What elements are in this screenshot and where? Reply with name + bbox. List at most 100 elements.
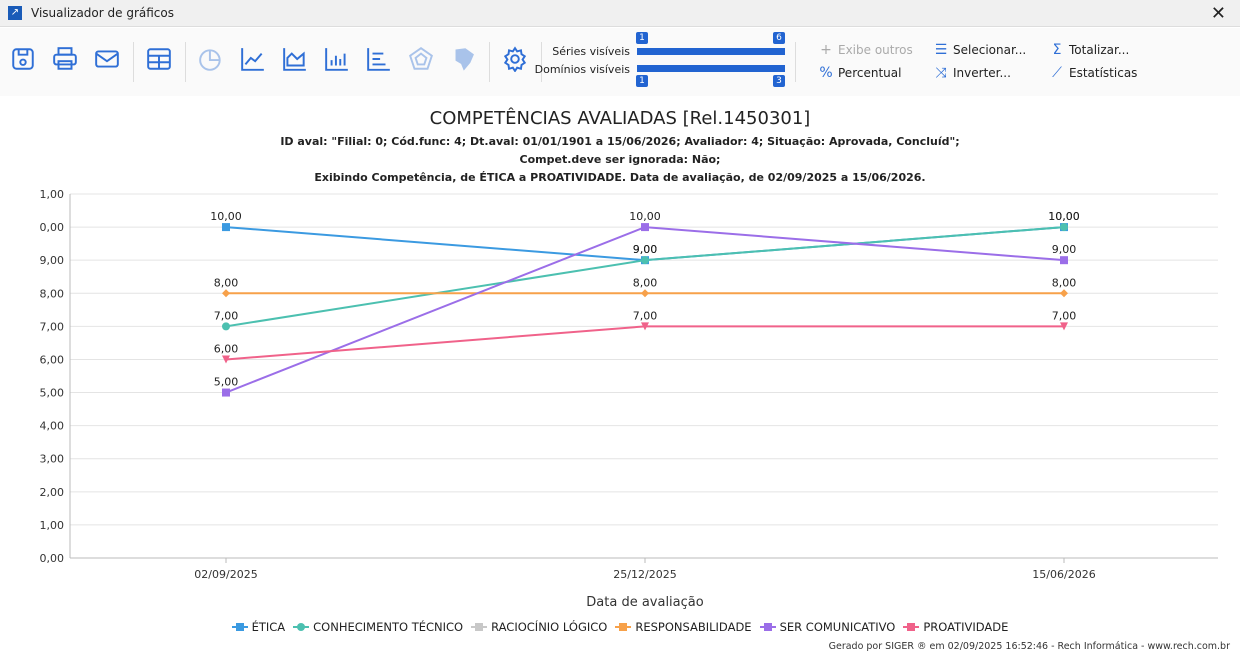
data-point (641, 289, 649, 298)
exibe-outros-button[interactable]: + Exibe outros (819, 42, 913, 58)
legend-item[interactable]: RACIOCÍNIO LÓGICO (471, 620, 607, 634)
footer-text: Gerado por SIGER ® em 02/09/2025 16:52:4… (828, 641, 1230, 652)
radar-chart-icon[interactable] (407, 45, 435, 73)
pie-chart-icon[interactable] (197, 45, 225, 73)
estatisticas-button[interactable]: ⟋ Estatísticas (1050, 65, 1137, 81)
data-label: 8,00 (1052, 276, 1077, 289)
y-tick-label: 6,00 (40, 353, 65, 366)
save-icon[interactable] (9, 45, 37, 73)
data-point (641, 256, 649, 265)
series-min-badge[interactable]: 1 (636, 32, 648, 44)
data-label: 8,00 (633, 276, 658, 289)
chart-subtitle-2: Compet.deve ser ignorada: Não; (519, 153, 721, 166)
percentual-button[interactable]: % Percentual (819, 65, 901, 81)
data-point (1060, 289, 1068, 298)
y-tick-label: 8,00 (40, 287, 65, 300)
legend-marker-icon (293, 623, 310, 631)
toolbar: Séries visíveis 1 6 Domínios visíveis 1 … (0, 28, 1240, 96)
legend-marker-icon (615, 623, 632, 631)
y-tick-label: 2,00 (40, 486, 65, 499)
y-tick-label: 3,00 (40, 453, 65, 466)
legend-label: SER COMUNICATIVO (779, 620, 896, 634)
data-label: 10,00 (1048, 210, 1080, 223)
close-button[interactable]: ✕ (1211, 3, 1226, 24)
y-tick-label: 1,00 (40, 519, 65, 532)
table-icon[interactable] (145, 45, 173, 73)
data-point (222, 388, 230, 397)
settings-icon[interactable] (501, 45, 529, 73)
legend-item[interactable]: CONHECIMENTO TÉCNICO (293, 620, 463, 634)
domains-visible-label: Domínios visíveis (534, 63, 630, 76)
x-axis-title: Data de avaliação (586, 595, 703, 610)
selecionar-label: Selecionar... (953, 43, 1027, 57)
window-title: Visualizador de gráficos (31, 6, 174, 20)
domains-range-slider[interactable] (637, 65, 785, 72)
legend-item[interactable]: PROATIVIDADE (903, 620, 1008, 634)
data-label: 10,00 (210, 210, 242, 223)
chart-title: COMPETÊNCIAS AVALIADAS [Rel.1450301] (429, 108, 811, 129)
email-icon[interactable] (93, 45, 121, 73)
shuffle-icon: ⤨ (935, 65, 947, 81)
exibe-outros-label: Exibe outros (838, 43, 913, 57)
data-label: 9,00 (633, 243, 658, 256)
sigma-icon: Σ (1052, 42, 1062, 58)
legend-label: CONHECIMENTO TÉCNICO (313, 620, 464, 634)
data-label: 7,00 (214, 309, 239, 322)
legend-label: ÉTICA (251, 620, 286, 634)
percentual-label: Percentual (838, 66, 902, 80)
domains-min-badge[interactable]: 1 (636, 75, 648, 87)
map-icon[interactable] (449, 45, 477, 73)
legend-label: PROATIVIDADE (923, 620, 1009, 634)
legend-marker-icon (903, 623, 920, 631)
data-point (222, 322, 230, 331)
legend-marker-icon (471, 623, 488, 631)
domains-max-badge[interactable]: 3 (773, 75, 785, 87)
inverter-label: Inverter... (953, 66, 1011, 80)
stats-icon: ⟋ (1052, 65, 1062, 81)
totalizar-button[interactable]: Σ Totalizar... (1050, 42, 1130, 58)
series-visible-label: Séries visíveis (552, 45, 630, 58)
y-tick-label: 4,00 (40, 420, 65, 433)
area-chart-icon[interactable] (281, 45, 309, 73)
data-label: 7,00 (1052, 309, 1077, 322)
bar-chart-icon[interactable] (323, 45, 351, 73)
legend-item[interactable]: RESPONSABILIDADE (615, 620, 752, 634)
legend-label: RESPONSABILIDADE (635, 620, 752, 634)
app-icon: ↗ (8, 6, 22, 20)
inverter-button[interactable]: ⤨ Inverter... (934, 65, 1011, 81)
data-point (222, 223, 230, 232)
data-point (641, 223, 649, 232)
estatisticas-label: Estatísticas (1069, 66, 1138, 80)
chart-legend: ÉTICA CONHECIMENTO TÉCNICO RACIOCÍNIO LÓGI… (0, 620, 1240, 634)
y-tick-label: 9,00 (40, 254, 65, 267)
x-tick-label: 02/09/2025 (194, 568, 257, 581)
y-tick-label: 0,00 (40, 221, 65, 234)
y-tick-label: 0,00 (40, 552, 65, 565)
horizontal-bar-icon[interactable] (365, 45, 393, 73)
line-chart-icon[interactable] (239, 45, 267, 73)
list-icon: ☰ (934, 42, 948, 58)
legend-marker-icon (759, 623, 776, 631)
print-icon[interactable] (51, 45, 79, 73)
chart-subtitle-1: ID aval: "Filial: 0; Cód.func: 4; Dt.ava… (280, 135, 960, 148)
data-label: 5,00 (214, 376, 239, 389)
data-label: 9,00 (1052, 243, 1077, 256)
data-label: 10,00 (629, 210, 661, 223)
y-tick-label: 1,00 (40, 188, 65, 201)
percent-icon: % (819, 65, 833, 81)
data-point (1060, 223, 1068, 232)
data-label: 8,00 (214, 276, 239, 289)
x-tick-label: 25/12/2025 (613, 568, 676, 581)
series-max-badge[interactable]: 6 (773, 32, 785, 44)
selecionar-button[interactable]: ☰ Selecionar... (934, 42, 1027, 58)
series-range-slider[interactable] (637, 48, 785, 55)
data-label: 6,00 (214, 342, 239, 355)
legend-item[interactable]: ÉTICA (231, 620, 286, 634)
legend-label: RACIOCÍNIO LÓGICO (491, 620, 608, 634)
legend-marker-icon (231, 623, 248, 631)
data-point (1060, 256, 1068, 265)
title-bar: ↗ Visualizador de gráficos ✕ (0, 0, 1240, 27)
data-point (222, 289, 230, 298)
data-label: 7,00 (633, 309, 658, 322)
legend-item[interactable]: SER COMUNICATIVO (759, 620, 896, 634)
